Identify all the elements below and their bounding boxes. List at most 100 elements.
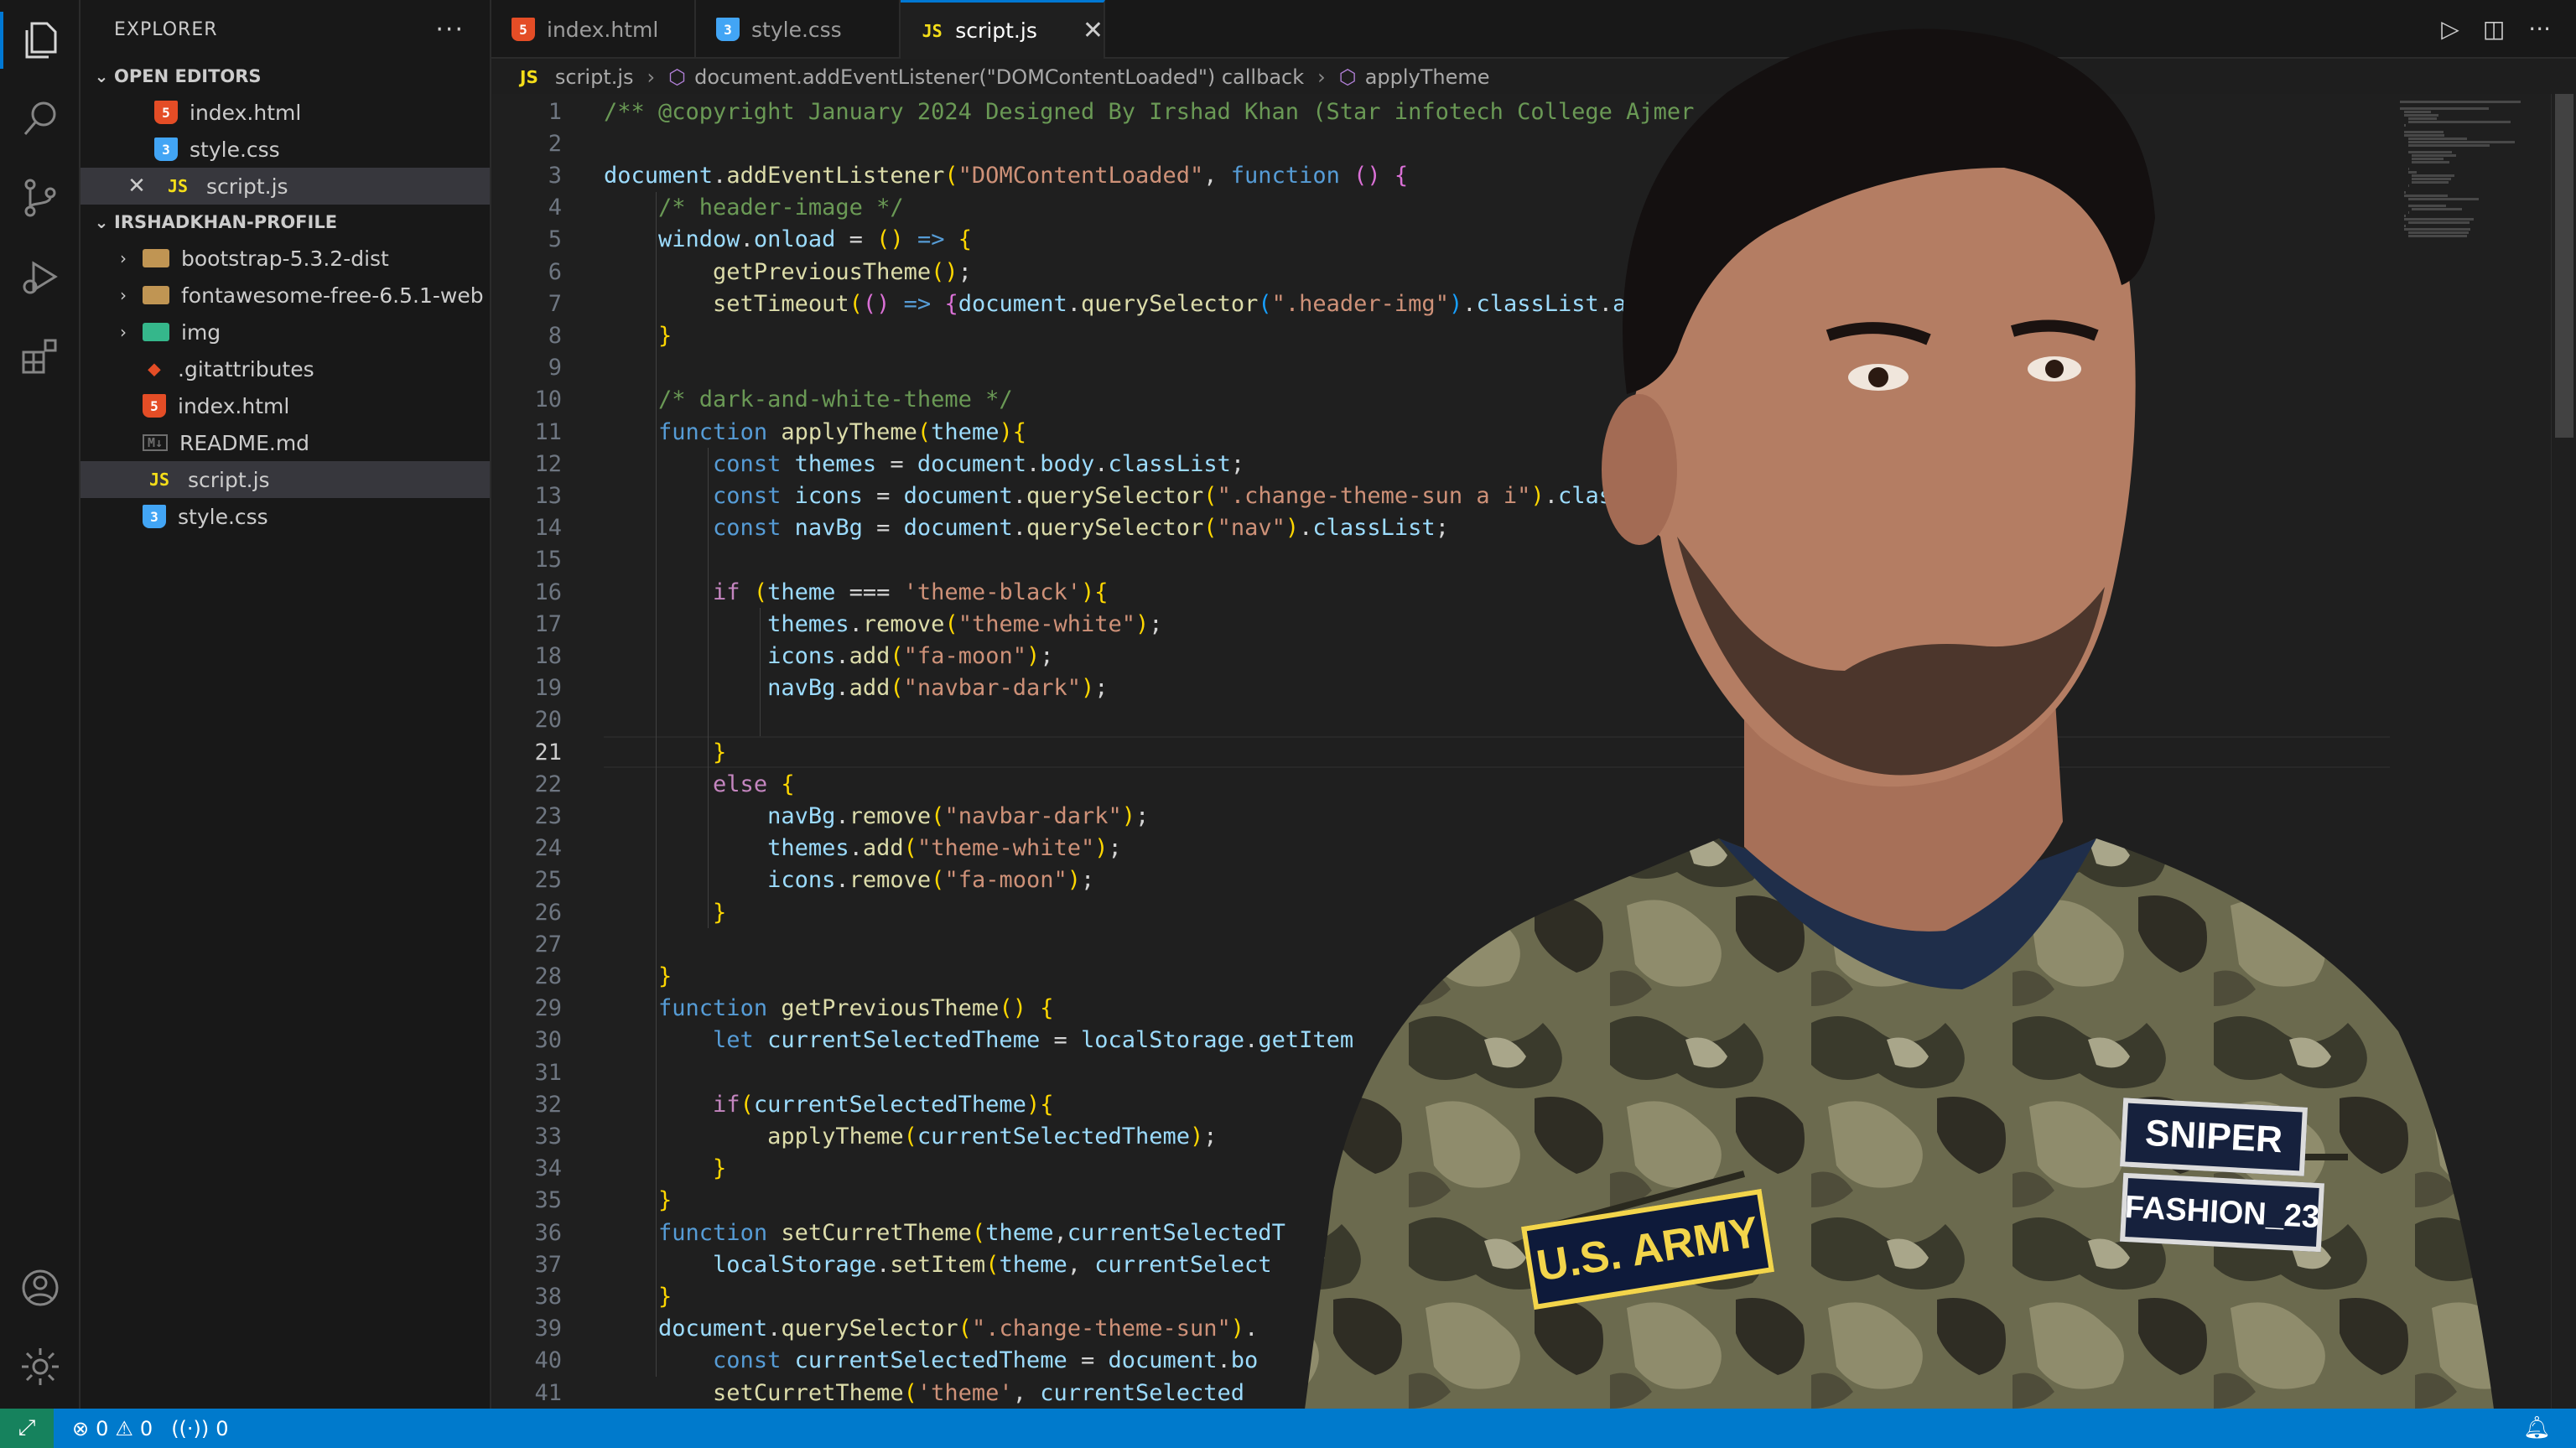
notification-bell-icon[interactable]: 🔔︎ xyxy=(2523,1415,2551,1440)
tab-label: style.css xyxy=(751,17,842,42)
code-line[interactable]: 22 else { xyxy=(491,768,794,800)
chevron-right-icon: › xyxy=(120,322,127,342)
line-number: 5 xyxy=(548,226,562,253)
close-tab-button[interactable]: ✕ xyxy=(1083,16,1104,45)
source-control-icon[interactable] xyxy=(15,173,65,223)
tab-style-css[interactable]: 3 style.css xyxy=(696,0,901,59)
explorer-icon[interactable] xyxy=(15,15,65,65)
code-line[interactable]: 37 localStorage.setItem(theme, currentSe… xyxy=(491,1248,1271,1280)
tab-script-js[interactable]: JS script.js ✕ xyxy=(901,0,1105,59)
css-file-icon: 3 xyxy=(716,18,740,41)
code-line[interactable]: 5 window.onload = () => { xyxy=(491,224,972,256)
more-actions-icon[interactable]: ··· xyxy=(2528,15,2551,43)
open-editor-item[interactable]: 3 style.css xyxy=(80,131,490,168)
tree-item-folder[interactable]: › bootstrap-5.3.2-dist xyxy=(80,240,490,277)
line-number: 28 xyxy=(534,963,562,989)
project-section[interactable]: ⌄ IRSHADKHAN-PROFILE xyxy=(80,205,490,240)
code-line[interactable]: 32 if(currentSelectedTheme){ xyxy=(491,1088,1053,1120)
code-line[interactable]: 17 themes.remove("theme-white"); xyxy=(491,608,1162,640)
tree-item-file[interactable]: 5 index.html xyxy=(80,387,490,424)
close-icon[interactable]: ✕ xyxy=(124,174,149,199)
tree-item-file[interactable]: ◆ .gitattributes xyxy=(80,350,490,387)
code-line[interactable]: 30 let currentSelectedTheme = localStora… xyxy=(491,1025,1353,1056)
line-number: 25 xyxy=(534,867,562,894)
code-line[interactable]: 33 applyTheme(currentSelectedTheme); xyxy=(491,1120,1217,1152)
code-line[interactable]: 26 } xyxy=(491,896,726,928)
code-text: } xyxy=(658,1283,673,1310)
code-line[interactable]: 2 xyxy=(491,127,562,159)
extensions-icon[interactable] xyxy=(15,330,65,381)
code-text: document.querySelector(".change-theme-su… xyxy=(658,1316,1259,1342)
account-icon[interactable] xyxy=(15,1263,65,1313)
code-line[interactable]: 6 getPreviousTheme(); xyxy=(491,256,972,288)
code-line[interactable]: 28 } xyxy=(491,960,672,992)
code-line[interactable]: 3 document.addEventListener("DOMContentLo… xyxy=(491,159,1408,191)
tab-index-html[interactable]: 5 index.html xyxy=(491,0,696,59)
file-label: style.css xyxy=(178,504,268,529)
code-line[interactable]: 9 xyxy=(491,352,562,384)
code-line[interactable]: 38 } xyxy=(491,1280,672,1312)
code-line[interactable]: 39 document.querySelector(".change-theme… xyxy=(491,1313,1258,1345)
tree-item-file[interactable]: M↓ README.md xyxy=(80,424,490,461)
js-file-icon: JS xyxy=(167,176,189,196)
more-actions-button[interactable]: ··· xyxy=(435,15,465,44)
remote-indicator-icon[interactable]: ⤢ xyxy=(0,1409,54,1448)
code-line[interactable]: 14 const navBg = document.querySelector(… xyxy=(491,512,1448,544)
settings-gear-icon[interactable] xyxy=(15,1342,65,1392)
js-file-icon: JS xyxy=(148,470,170,490)
line-number: 39 xyxy=(534,1316,562,1342)
tree-item-file-active[interactable]: JS script.js xyxy=(80,461,490,498)
code-line[interactable]: 29 function getPreviousTheme() { xyxy=(491,993,1053,1025)
code-line[interactable]: 18 icons.add("fa-moon"); xyxy=(491,640,1053,672)
code-line[interactable]: 12 const themes = document.body.classLis… xyxy=(491,448,1244,480)
code-line[interactable]: 15 xyxy=(491,544,562,576)
code-line[interactable]: 25 icons.remove("fa-moon"); xyxy=(491,864,1094,896)
code-line[interactable]: 23 navBg.remove("navbar-dark"); xyxy=(491,800,1149,832)
open-editor-item[interactable]: 5 index.html xyxy=(80,94,490,131)
code-line[interactable]: 31 xyxy=(491,1056,562,1088)
code-text: } xyxy=(658,1187,673,1214)
code-line[interactable]: 1/** @copyright January 2024 Designed By… xyxy=(491,96,1695,127)
vertical-scrollbar[interactable] xyxy=(2551,94,2576,1409)
scrollbar-thumb[interactable] xyxy=(2555,94,2573,438)
line-number: 19 xyxy=(534,675,562,702)
code-text: } xyxy=(658,963,673,989)
code-line[interactable]: 40 const currentSelectedTheme = document… xyxy=(491,1345,1258,1377)
code-line[interactable]: 41 setCurretTheme('theme', currentSelect… xyxy=(491,1377,1244,1409)
code-line[interactable]: 4 /* header-image */ xyxy=(491,192,904,224)
code-line[interactable]: 11 function applyTheme(theme){ xyxy=(491,416,1026,448)
ports-indicator[interactable]: ((·)) 0 xyxy=(171,1417,228,1440)
html-file-icon: 5 xyxy=(143,394,166,418)
tree-item-folder[interactable]: › fontawesome-free-6.5.1-web xyxy=(80,277,490,314)
code-line[interactable]: 21 } xyxy=(491,736,726,768)
file-label: script.js xyxy=(206,174,288,199)
code-text: icons.add("fa-moon"); xyxy=(767,642,1054,669)
project-label: IRSHADKHAN-PROFILE xyxy=(114,212,338,232)
code-line[interactable]: 10 /* dark-and-white-theme */ xyxy=(491,384,1012,416)
warning-icon: ⚠ xyxy=(115,1416,133,1440)
search-icon[interactable] xyxy=(15,94,65,144)
code-line[interactable]: 35 } xyxy=(491,1185,672,1217)
tree-item-file[interactable]: 3 style.css xyxy=(80,498,490,535)
breadcrumb-file[interactable]: script.js xyxy=(555,65,634,89)
code-line[interactable]: 27 xyxy=(491,928,562,960)
code-line[interactable]: 24 themes.add("theme-white"); xyxy=(491,833,1121,864)
code-line[interactable]: 36 function setCurretTheme(theme,current… xyxy=(491,1217,1285,1248)
code-line[interactable]: 13 const icons = document.querySelector(… xyxy=(491,480,1680,511)
code-line[interactable]: 34 } xyxy=(491,1153,726,1185)
patch-text: SNIPER xyxy=(2143,1112,2284,1161)
code-line[interactable]: 19 navBg.add("navbar-dark"); xyxy=(491,672,1108,704)
code-text: navBg.add("navbar-dark"); xyxy=(767,675,1109,702)
open-editors-section[interactable]: ⌄ OPEN EDITORS xyxy=(80,59,490,94)
line-number: 40 xyxy=(534,1347,562,1374)
code-text: setCurretTheme('theme', currentSelected xyxy=(713,1379,1245,1406)
run-debug-icon[interactable] xyxy=(15,252,65,302)
code-line[interactable]: 7 setTimeout(() => {document.querySelect… xyxy=(491,288,1640,319)
problems-indicator[interactable]: ⊗ 0 ⚠ 0 xyxy=(72,1417,153,1440)
open-editor-item-active[interactable]: ✕ JS script.js xyxy=(80,168,490,205)
tree-item-folder[interactable]: › img xyxy=(80,314,490,350)
code-line[interactable]: 16 if (theme === 'theme-black'){ xyxy=(491,576,1108,608)
code-line[interactable]: 20 xyxy=(491,704,562,736)
line-number: 12 xyxy=(534,450,562,477)
code-line[interactable]: 8 } xyxy=(491,319,673,351)
